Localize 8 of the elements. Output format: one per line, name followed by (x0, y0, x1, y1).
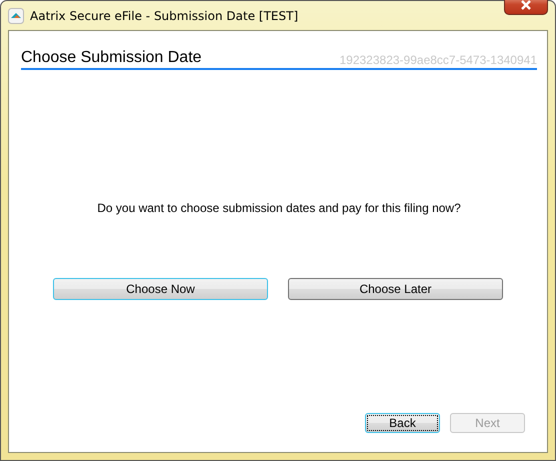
close-button[interactable] (504, 0, 548, 15)
choice-button[interactable]: Choose Now (53, 278, 268, 300)
choice-button[interactable]: Choose Later (288, 278, 503, 300)
close-icon (520, 0, 532, 10)
page-title: Choose Submission Date (21, 49, 202, 67)
window-title: Aatrix Secure eFile - Submission Date [TEST] (30, 8, 298, 22)
question-text: Do you want to choose submission dates and pay for this filing now? (96, 201, 462, 215)
nav-button[interactable]: Back (365, 413, 440, 433)
